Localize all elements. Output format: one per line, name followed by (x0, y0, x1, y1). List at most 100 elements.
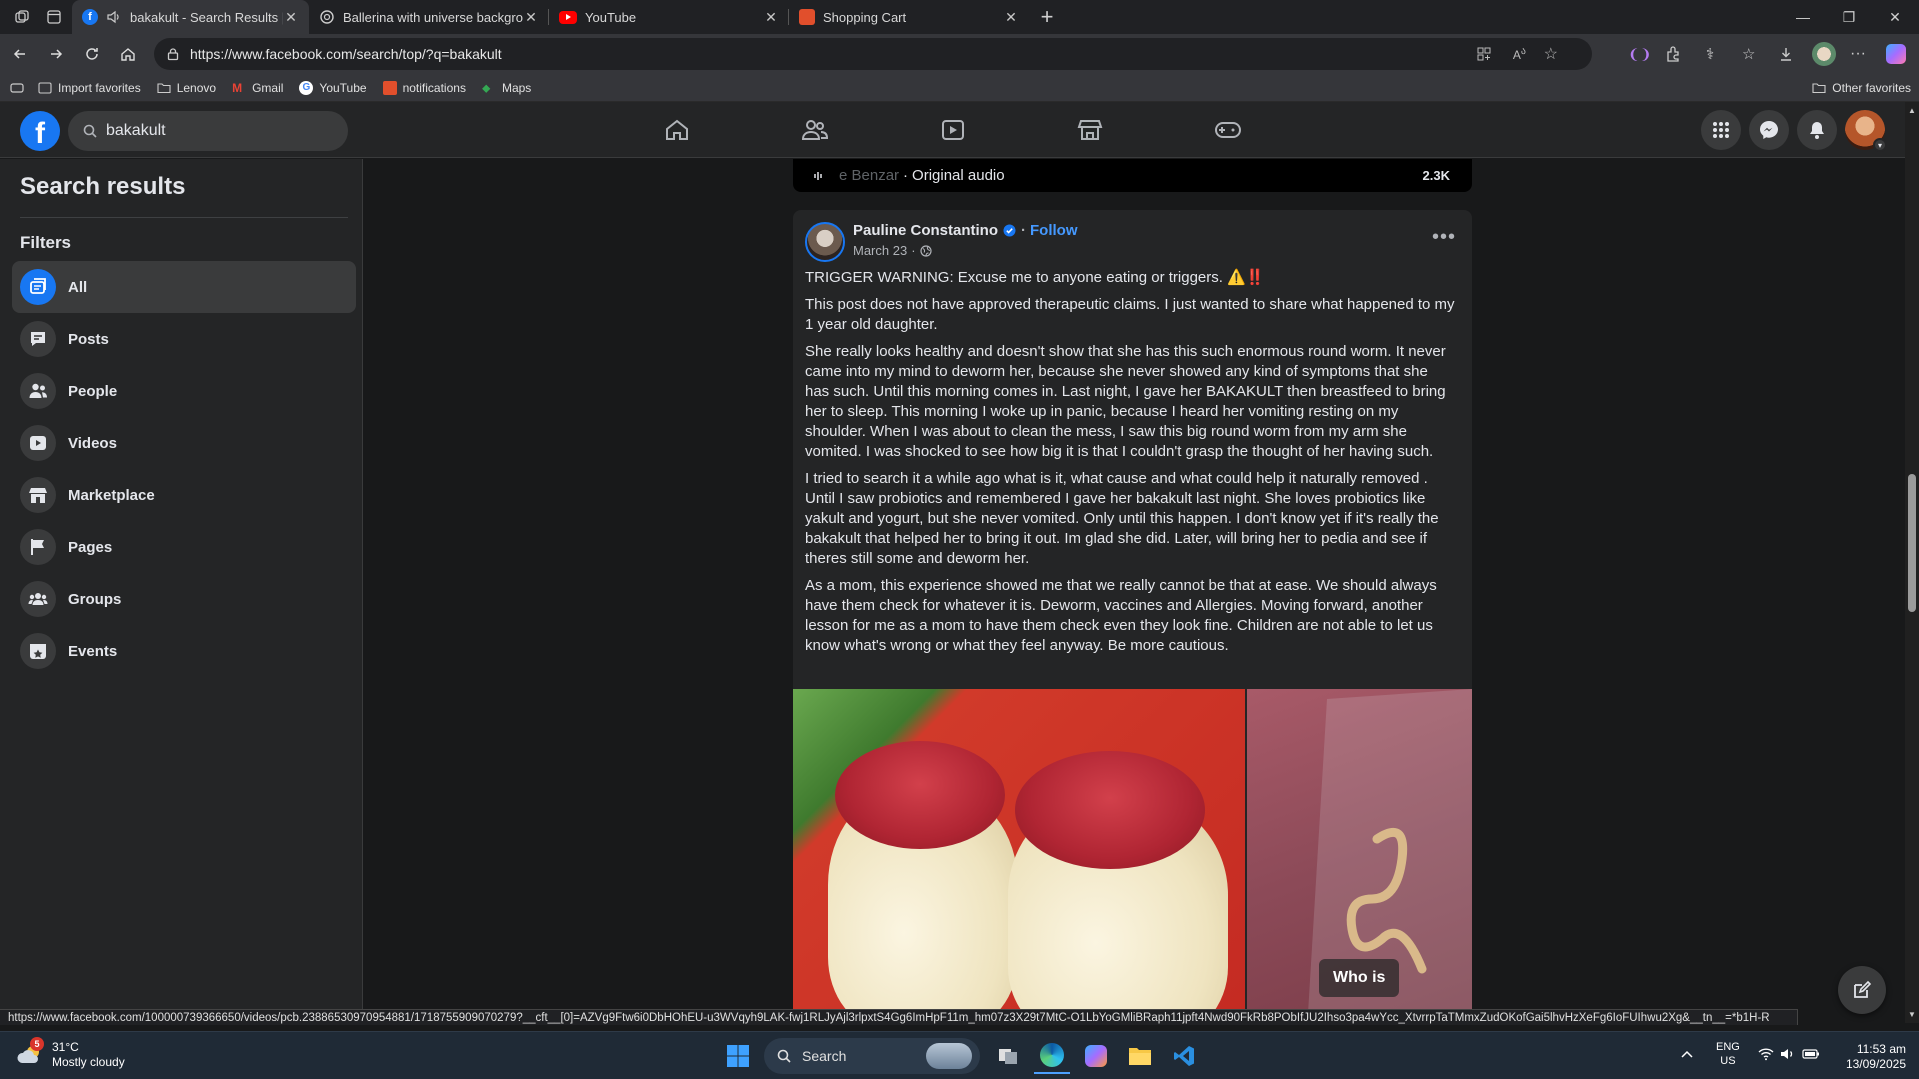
settings-more-icon[interactable]: ··· (1850, 38, 1866, 70)
downloads-icon[interactable] (1778, 38, 1794, 70)
copilot-app-icon[interactable] (1078, 1038, 1114, 1074)
bookmark-label: notifications (402, 80, 466, 95)
audio-playing-icon[interactable] (106, 9, 122, 25)
task-view-icon[interactable] (990, 1038, 1026, 1074)
copilot-sparkle-icon[interactable]: ❨❩ (1628, 38, 1651, 70)
favorite-star-icon[interactable]: ☆ (1544, 44, 1558, 64)
filter-pages[interactable]: Pages (12, 521, 356, 573)
scroll-up-icon[interactable]: ▲ (1908, 106, 1916, 115)
nav-marketplace-icon[interactable] (1035, 110, 1145, 150)
bookmark-gmail[interactable]: M Gmail (232, 81, 283, 95)
filter-posts[interactable]: Posts (12, 313, 356, 365)
bookmark-maps[interactable]: ⬥ Maps (482, 81, 531, 95)
page-scrollbar[interactable]: ▲ ▼ (1905, 102, 1919, 1023)
shopping-bag-favicon-icon (799, 9, 815, 25)
audio-dot: · (903, 167, 909, 184)
scroll-down-icon[interactable]: ▼ (1908, 1010, 1916, 1019)
new-tab-icon[interactable]: + (1033, 3, 1061, 31)
bookmark-label: Maps (501, 80, 532, 95)
collections-icon[interactable]: ☆ (1742, 38, 1755, 70)
reel-audio-bar[interactable]: e Benzar · Original audio 2.3K (793, 159, 1472, 192)
author-name[interactable]: Pauline Constantino (853, 222, 998, 239)
filter-marketplace[interactable]: Marketplace (12, 469, 356, 521)
extensions-icon[interactable] (1664, 38, 1682, 70)
read-aloud-icon[interactable]: Aა (1513, 46, 1526, 62)
wifi-icon[interactable] (1758, 1047, 1774, 1061)
close-window-icon[interactable]: ✕ (1872, 0, 1918, 34)
workspaces-icon[interactable] (8, 3, 36, 31)
minimize-icon[interactable]: — (1780, 0, 1826, 34)
input-language[interactable]: ENG US (1716, 1040, 1740, 1068)
site-info-lock-icon[interactable] (166, 47, 180, 61)
volume-icon[interactable] (1780, 1047, 1796, 1061)
facebook-logo-icon[interactable]: f (20, 111, 60, 151)
sidebar-divider (20, 217, 348, 218)
windows-start-icon[interactable] (720, 1038, 756, 1074)
follow-button[interactable]: Follow (1030, 222, 1078, 239)
nav-friends-icon[interactable] (760, 110, 870, 150)
tab-close-icon[interactable]: ✕ (763, 9, 779, 26)
author-avatar[interactable] (805, 222, 845, 262)
tab-close-icon[interactable]: ✕ (523, 9, 539, 26)
system-tray: ENG US (1680, 1040, 1820, 1068)
bookmark-notifications[interactable]: notifications (382, 80, 466, 95)
browser-essentials-icon[interactable]: ⚕ (1706, 38, 1714, 70)
post-date[interactable]: March 23 (853, 243, 907, 258)
forward-icon[interactable] (38, 38, 74, 70)
system-clock[interactable]: 11:53 am 13/09/2025 (1830, 1042, 1906, 1072)
show-hidden-icons-chevron-icon[interactable] (1680, 1049, 1694, 1059)
copilot-icon[interactable] (1886, 38, 1906, 70)
tab-ballerina[interactable]: Ballerina with universe backgroun ✕ (309, 0, 549, 34)
filter-videos[interactable]: Videos (12, 417, 356, 469)
verified-badge-icon (1003, 224, 1016, 237)
weather-widget[interactable]: 5 31°C Mostly cloudy (16, 1037, 125, 1070)
tab-actions-icon[interactable] (40, 3, 68, 31)
tab-facebook-search[interactable]: f bakakult - Search Results | Fa ✕ (72, 0, 309, 34)
account-avatar[interactable]: ▾ (1845, 110, 1887, 152)
audio-label[interactable]: Original audio (912, 167, 1005, 184)
messenger-icon[interactable] (1749, 110, 1789, 150)
post-photo-worm[interactable]: Who is (1247, 689, 1472, 1009)
photo-more-overlay[interactable]: Who is (1319, 959, 1400, 997)
new-message-compose-icon[interactable] (1838, 966, 1886, 1014)
tab-youtube[interactable]: YouTube ✕ (549, 0, 789, 34)
tab-shopping-cart[interactable]: Shopping Cart ✕ (789, 0, 1029, 34)
file-explorer-icon[interactable] (1122, 1038, 1158, 1074)
filter-events[interactable]: Events (12, 625, 356, 677)
language-code: ENG (1716, 1041, 1740, 1053)
filter-people[interactable]: People (12, 365, 356, 417)
facebook-search-input[interactable] (106, 122, 326, 140)
post-photo-probiotic-bottles[interactable] (793, 689, 1245, 1009)
globe-audience-icon (919, 244, 932, 257)
weather-condition: Mostly cloudy (52, 1055, 125, 1069)
nav-gaming-icon[interactable] (1173, 110, 1283, 150)
notifications-bell-icon[interactable] (1797, 110, 1837, 150)
filter-groups[interactable]: Groups (12, 573, 356, 625)
nav-home-icon[interactable] (622, 110, 732, 150)
tab-close-icon[interactable]: ✕ (283, 9, 299, 26)
restore-icon[interactable]: ❐ (1826, 0, 1872, 34)
app-available-icon[interactable] (1476, 46, 1492, 62)
menu-grid-icon[interactable] (1701, 110, 1741, 150)
facebook-search-box[interactable] (68, 111, 348, 151)
other-favorites[interactable]: Other favorites (1812, 81, 1911, 95)
refresh-icon[interactable] (74, 38, 110, 70)
taskbar-search-box[interactable]: Search (764, 1038, 980, 1074)
profile-avatar[interactable] (1812, 38, 1836, 70)
tab-close-icon[interactable]: ✕ (1003, 9, 1019, 26)
bookmark-import-favorites[interactable]: Import favorites (38, 81, 141, 95)
bookmark-youtube[interactable]: G YouTube (299, 80, 367, 95)
post-options-icon[interactable]: ••• (1432, 226, 1456, 249)
battery-icon[interactable] (1802, 1048, 1820, 1060)
favorites-toggle-icon[interactable] (10, 81, 24, 95)
filter-all[interactable]: All (12, 261, 356, 313)
home-icon[interactable] (110, 38, 146, 70)
vscode-icon[interactable] (1166, 1038, 1202, 1074)
edge-browser-icon[interactable] (1034, 1038, 1070, 1074)
bookmark-lenovo[interactable]: Lenovo (157, 81, 216, 95)
url-text[interactable]: https://www.facebook.com/search/top/?q=b… (190, 46, 502, 62)
scrollbar-thumb[interactable] (1908, 474, 1916, 612)
back-icon[interactable] (2, 38, 38, 70)
address-bar[interactable]: https://www.facebook.com/search/top/?q=b… (154, 38, 1592, 70)
nav-video-icon[interactable] (898, 110, 1008, 150)
